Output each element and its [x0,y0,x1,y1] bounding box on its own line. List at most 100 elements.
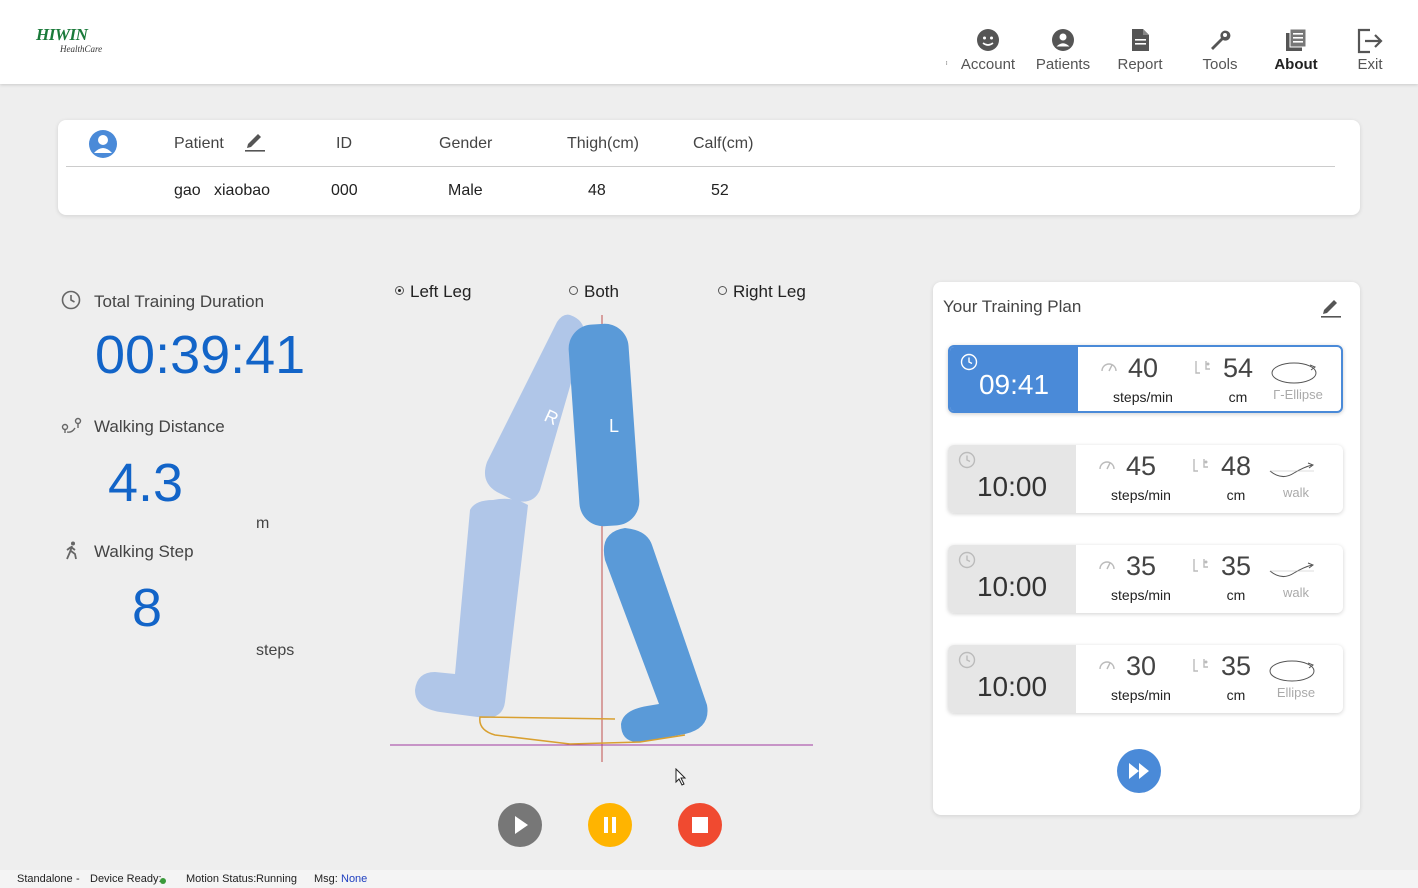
plan-card[interactable]: 10:00 30 steps/min 35 cm Ellipse [948,645,1343,713]
nav-tools[interactable]: Tools [1180,28,1260,73]
steps-value: 8 [132,578,163,638]
steps-label: Walking Step [94,542,194,561]
plan-length: 54 [1222,353,1254,383]
id-header: ID [336,135,352,152]
plan-length-unit: cm [1226,487,1246,503]
gender-header: Gender [439,135,493,152]
plan-card[interactable]: 09:41 40 steps/min 54 cm Γ-Ellipse [948,345,1343,413]
plan-speed: 35 [1125,551,1157,581]
right-leg [415,314,585,718]
plan-speed-unit: steps/min [1111,687,1171,703]
nav-patients-label: Patients [1035,56,1091,73]
radio-right-leg[interactable]: Right Leg [718,282,806,302]
plan-time: 10:00 [976,571,1048,602]
stop-button[interactable] [678,803,722,847]
duration-value: 00:39:41 [95,325,306,385]
patient-calf: 52 [711,182,729,199]
play-icon [515,816,528,834]
radio-right-leg-label: Right Leg [733,282,806,301]
left-leg-label: L [609,416,619,436]
plan-clock-icon [958,451,976,469]
status-device-label: Device Ready: [90,873,162,885]
patient-thigh: 48 [588,182,606,199]
plan-speed-unit: steps/min [1113,389,1173,405]
nav-tools-label: Tools [1202,56,1238,73]
person-icon [1052,29,1074,51]
patient-header: Patient [174,135,224,152]
play-button[interactable] [498,803,542,847]
speedometer-icon [1101,363,1117,372]
status-mode: Standalone [17,873,73,885]
status-motion-label: Motion Status: [186,873,257,885]
plan-time: 10:00 [976,471,1048,502]
plan-time: 10:00 [976,671,1048,702]
nav-exit[interactable]: Exit [1330,28,1410,73]
speedometer-icon [1099,561,1115,570]
next-plan-button[interactable] [1117,749,1161,793]
radio-right-leg-dot [718,286,727,295]
plan-speed: 40 [1127,353,1159,383]
nav-exit-label: Exit [1357,56,1383,73]
speedometer-icon [1099,461,1115,470]
patient-info-card: Patient ID Gender Thigh(cm) Calf(cm) gao… [58,120,1360,215]
status-bar: Standalone - Device Ready: Motion Status… [0,870,1418,888]
patient-last-name: xiaobao [214,182,271,199]
nav-report-label: Report [1117,56,1163,73]
nav-account-label: Account [960,56,1016,73]
patient-first-name: gao [174,182,201,199]
plan-card[interactable]: 10:00 45 steps/min 48 cm walk [948,445,1343,513]
nav-account[interactable]: Account [948,28,1028,73]
plan-time: 09:41 [978,369,1050,400]
plan-length: 35 [1220,651,1252,681]
plan-time-box: 10:00 [948,645,1076,713]
plan-length: 35 [1220,551,1252,581]
plan-trajectory-label: walk [1282,585,1309,600]
patient-avatar-icon [89,130,117,158]
plan-length-unit: cm [1226,687,1246,703]
distance-value: 4.3 [108,453,184,513]
hiwin-logo: HIWIN HealthCare [36,25,102,55]
plan-speed-unit: steps/min [1111,487,1171,503]
speedometer-icon [1099,661,1115,670]
status-motion-value: Running [256,873,297,885]
trajectory-icon [1269,660,1315,682]
step-length-icon [1193,559,1208,572]
edit-patient-icon[interactable] [244,130,266,152]
plan-trajectory-label: Γ-Ellipse [1273,387,1323,402]
plan-time-box: 10:00 [948,445,1076,513]
patient-gender: Male [448,182,483,199]
top-bar: HIWIN HealthCare ··· Account Patients Re… [0,0,1418,84]
training-plan-title: Your Training Plan [943,297,1082,316]
duration-label: Total Training Duration [94,292,265,311]
plan-trajectory-label: Ellipse [1276,685,1316,700]
plan-card[interactable]: 10:00 35 steps/min 35 cm walk [948,545,1343,613]
nav-report[interactable]: Report [1100,28,1180,73]
plan-clock-icon [958,551,976,569]
nav-patients[interactable]: Patients [1023,28,1103,73]
radio-both[interactable]: Both [569,282,619,302]
plan-time-box: 10:00 [948,545,1076,613]
exit-icon [1357,28,1383,54]
edit-plan-icon[interactable] [1320,296,1342,318]
distance-unit: m [256,515,270,532]
status-separator: - [76,873,80,885]
calf-header: Calf(cm) [693,135,754,152]
pause-button[interactable] [588,803,632,847]
radio-left-leg[interactable]: Left Leg [395,282,471,302]
plan-speed: 30 [1125,651,1157,681]
fast-forward-icon [1129,763,1149,779]
device-ready-indicator [160,875,166,887]
left-leg [568,323,708,743]
patient-id: 000 [331,182,358,199]
plan-length: 48 [1220,451,1252,481]
step-length-icon [1193,659,1208,672]
pause-icon [604,817,616,833]
face-icon [977,29,999,51]
logo-brand: HIWIN [36,25,88,44]
distance-label: Walking Distance [94,417,225,436]
nav-about[interactable]: About [1256,28,1336,73]
walking-person-icon [66,541,77,560]
plan-clock-icon [958,651,976,669]
plan-length-unit: cm [1228,389,1248,405]
step-length-icon [1193,459,1208,472]
